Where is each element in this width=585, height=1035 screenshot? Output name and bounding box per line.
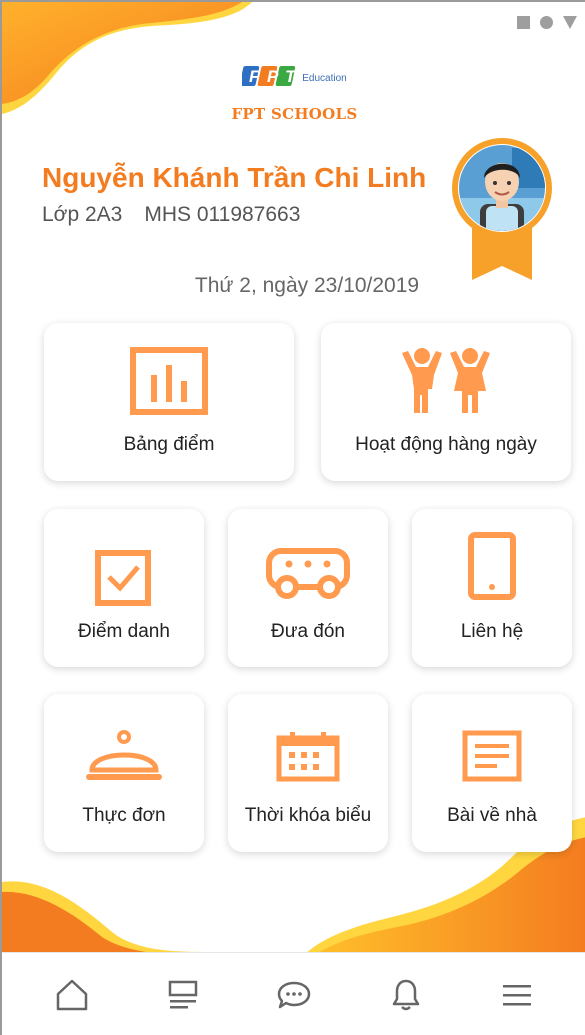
attendance-label: Điểm danh bbox=[78, 621, 170, 642]
student-info: Lớp 2A3 MHS 011987663 bbox=[42, 203, 300, 227]
svg-text:T: T bbox=[285, 67, 297, 86]
nav-notifications[interactable] bbox=[376, 965, 436, 1025]
checkbox-icon bbox=[95, 550, 151, 606]
food-cloche-icon bbox=[86, 730, 162, 780]
menu-icon bbox=[503, 985, 532, 1006]
bottom-navigation bbox=[2, 952, 585, 1035]
grades-card[interactable]: Bảng điểm bbox=[44, 323, 294, 481]
news-icon bbox=[168, 980, 198, 1009]
homework-card[interactable]: Bài về nhà bbox=[412, 694, 572, 852]
school-name: FPT SCHOOLS bbox=[231, 105, 358, 123]
homework-label: Bài về nhà bbox=[447, 805, 537, 826]
fpt-logo-mark: F P T bbox=[242, 66, 297, 86]
document-icon bbox=[462, 730, 522, 782]
bell-icon bbox=[392, 979, 420, 1011]
chat-icon bbox=[278, 981, 311, 1009]
top-left-decoration bbox=[2, 2, 252, 114]
contact-label: Liên hệ bbox=[460, 621, 524, 642]
grades-label: Bảng điểm bbox=[123, 434, 215, 455]
bar-chart-icon bbox=[130, 347, 208, 415]
food-menu-card[interactable]: Thực đơn bbox=[44, 694, 204, 852]
stop-icon bbox=[517, 16, 530, 29]
student-id: MHS 011987663 bbox=[144, 203, 301, 226]
home-icon bbox=[56, 979, 87, 1011]
record-icon bbox=[540, 16, 553, 29]
bottom-left-decoration bbox=[2, 881, 202, 957]
svg-text:P: P bbox=[267, 67, 279, 86]
current-date: Thứ 2, ngày 23/10/2019 bbox=[194, 274, 420, 297]
avatar[interactable] bbox=[452, 138, 552, 288]
nav-menu[interactable] bbox=[487, 965, 547, 1025]
kids-activity-icon bbox=[402, 348, 490, 413]
nav-news[interactable] bbox=[153, 965, 213, 1025]
nav-home[interactable] bbox=[42, 965, 102, 1025]
status-bar bbox=[517, 16, 577, 29]
student-name: Nguyễn Khánh Trần Chi Linh bbox=[42, 162, 427, 193]
daily-activities-label: Hoạt động hàng ngày bbox=[355, 434, 537, 455]
attendance-card[interactable]: Điểm danh bbox=[44, 509, 204, 667]
food-menu-label: Thực đơn bbox=[82, 805, 166, 826]
bus-icon bbox=[266, 548, 350, 599]
pickup-label: Đưa đón bbox=[271, 621, 345, 642]
daily-activities-card[interactable]: Hoạt động hàng ngày bbox=[321, 323, 571, 481]
timetable-label: Thời khóa biểu bbox=[244, 805, 372, 826]
student-class: Lớp 2A3 bbox=[42, 203, 123, 226]
dropdown-triangle-icon bbox=[563, 16, 577, 29]
pickup-card[interactable]: Đưa đón bbox=[228, 509, 388, 667]
svg-text:F: F bbox=[249, 67, 260, 86]
contact-card[interactable]: Liên hệ bbox=[412, 509, 572, 667]
calendar-icon bbox=[276, 732, 340, 782]
fpt-logo: F P T Education bbox=[2, 64, 585, 93]
app-screen: F P T Education FPT SCHOOLS Nguyễn Khánh… bbox=[0, 0, 585, 1035]
logo-suffix: Education bbox=[302, 73, 347, 84]
timetable-card[interactable]: Thời khóa biểu bbox=[228, 694, 388, 852]
phone-icon bbox=[468, 532, 516, 600]
nav-chat[interactable] bbox=[264, 965, 324, 1025]
